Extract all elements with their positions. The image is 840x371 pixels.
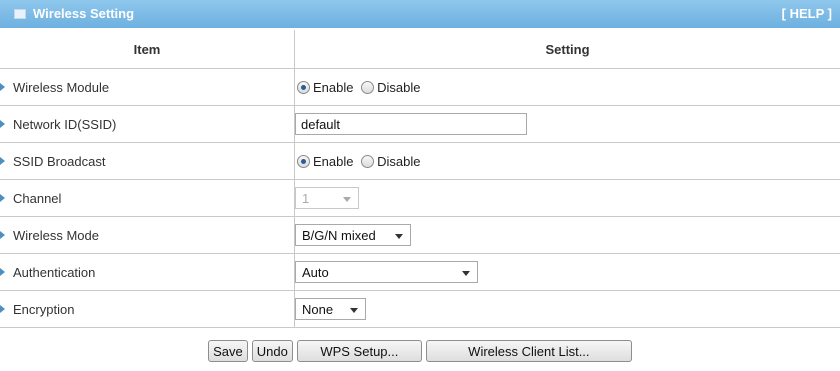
wireless-module-enable-label[interactable]: Enable: [313, 80, 353, 95]
row-label-cell: Channel: [0, 179, 295, 217]
ssid-input[interactable]: default: [295, 113, 527, 135]
chevron-down-icon: [462, 271, 470, 276]
column-header-item: Item: [0, 30, 295, 69]
table-row: SSID Broadcast Enable Disable: [0, 142, 840, 180]
row-setting-cell: 1: [294, 179, 840, 217]
channel-select[interactable]: 1: [295, 187, 359, 209]
row-setting-cell: Enable Disable: [294, 142, 840, 180]
ssid-broadcast-enable-label[interactable]: Enable: [313, 154, 353, 169]
triangle-right-icon: [0, 119, 5, 128]
row-setting-cell: None: [294, 290, 840, 328]
wireless-mode-select[interactable]: B/G/N mixed: [295, 224, 411, 246]
encryption-label: Encryption: [13, 301, 75, 317]
chevron-down-icon: [343, 197, 351, 202]
row-setting-cell: Enable Disable: [294, 68, 840, 106]
wireless-client-list-button[interactable]: Wireless Client List...: [425, 340, 632, 362]
undo-button[interactable]: Undo: [251, 340, 293, 362]
help-link[interactable]: [ HELP ]: [782, 6, 832, 21]
ssid-broadcast-disable-radio[interactable]: [361, 154, 375, 168]
column-header-setting: Setting: [294, 30, 840, 69]
row-label-cell: Wireless Mode: [0, 216, 295, 254]
authentication-label: Authentication: [13, 264, 96, 280]
triangle-right-icon: [0, 230, 5, 239]
wireless-module-enable-radio[interactable]: [297, 80, 310, 94]
row-label-cell: Network ID(SSID): [0, 105, 295, 143]
table-row: Wireless Mode B/G/N mixed: [0, 216, 840, 254]
triangle-right-icon: [0, 82, 5, 91]
triangle-right-icon: [0, 156, 5, 165]
encryption-select[interactable]: None: [295, 298, 366, 320]
encryption-value: None: [302, 302, 334, 317]
chevron-down-icon: [395, 234, 403, 239]
row-setting-cell: default: [294, 105, 840, 143]
authentication-select[interactable]: Auto: [295, 261, 478, 283]
window-icon: [14, 9, 26, 19]
table-row: Channel 1: [0, 179, 840, 217]
table-row: Encryption None: [0, 290, 840, 328]
row-label-cell: Wireless Module: [0, 68, 295, 106]
channel-value: 1: [302, 191, 310, 206]
authentication-value: Auto: [302, 265, 329, 280]
table-row: Authentication Auto: [0, 253, 840, 291]
chevron-down-icon: [350, 308, 358, 313]
row-setting-cell: Auto: [294, 253, 840, 291]
row-setting-cell: B/G/N mixed: [294, 216, 840, 254]
save-button[interactable]: Save: [208, 340, 248, 362]
wireless-mode-value: B/G/N mixed: [302, 228, 376, 243]
wireless-module-disable-label[interactable]: Disable: [377, 80, 420, 95]
row-label-cell: Authentication: [0, 253, 295, 291]
triangle-right-icon: [0, 193, 5, 202]
title-bar: Wireless Setting [ HELP ]: [0, 0, 840, 28]
wireless-module-label: Wireless Module: [13, 79, 110, 95]
network-id-label: Network ID(SSID): [13, 116, 117, 132]
wireless-module-disable-radio[interactable]: [361, 80, 375, 94]
ssid-broadcast-enable-radio[interactable]: [297, 154, 310, 168]
channel-label: Channel: [13, 190, 62, 206]
wireless-mode-label: Wireless Mode: [13, 227, 99, 243]
row-label-cell: Encryption: [0, 290, 295, 328]
settings-table: Item Setting Wireless Module Enable Disa…: [0, 30, 840, 328]
button-bar: Save Undo WPS Setup... Wireless Client L…: [0, 340, 840, 366]
table-row: Network ID(SSID) default: [0, 105, 840, 143]
ssid-broadcast-label: SSID Broadcast: [13, 153, 106, 169]
triangle-right-icon: [0, 304, 5, 313]
table-row: Wireless Module Enable Disable: [0, 68, 840, 106]
triangle-right-icon: [0, 267, 5, 276]
wps-setup-button[interactable]: WPS Setup...: [296, 340, 422, 362]
table-header-row: Item Setting: [0, 30, 840, 69]
row-label-cell: SSID Broadcast: [0, 142, 295, 180]
page-title: Wireless Setting: [33, 6, 135, 21]
ssid-broadcast-disable-label[interactable]: Disable: [377, 154, 420, 169]
